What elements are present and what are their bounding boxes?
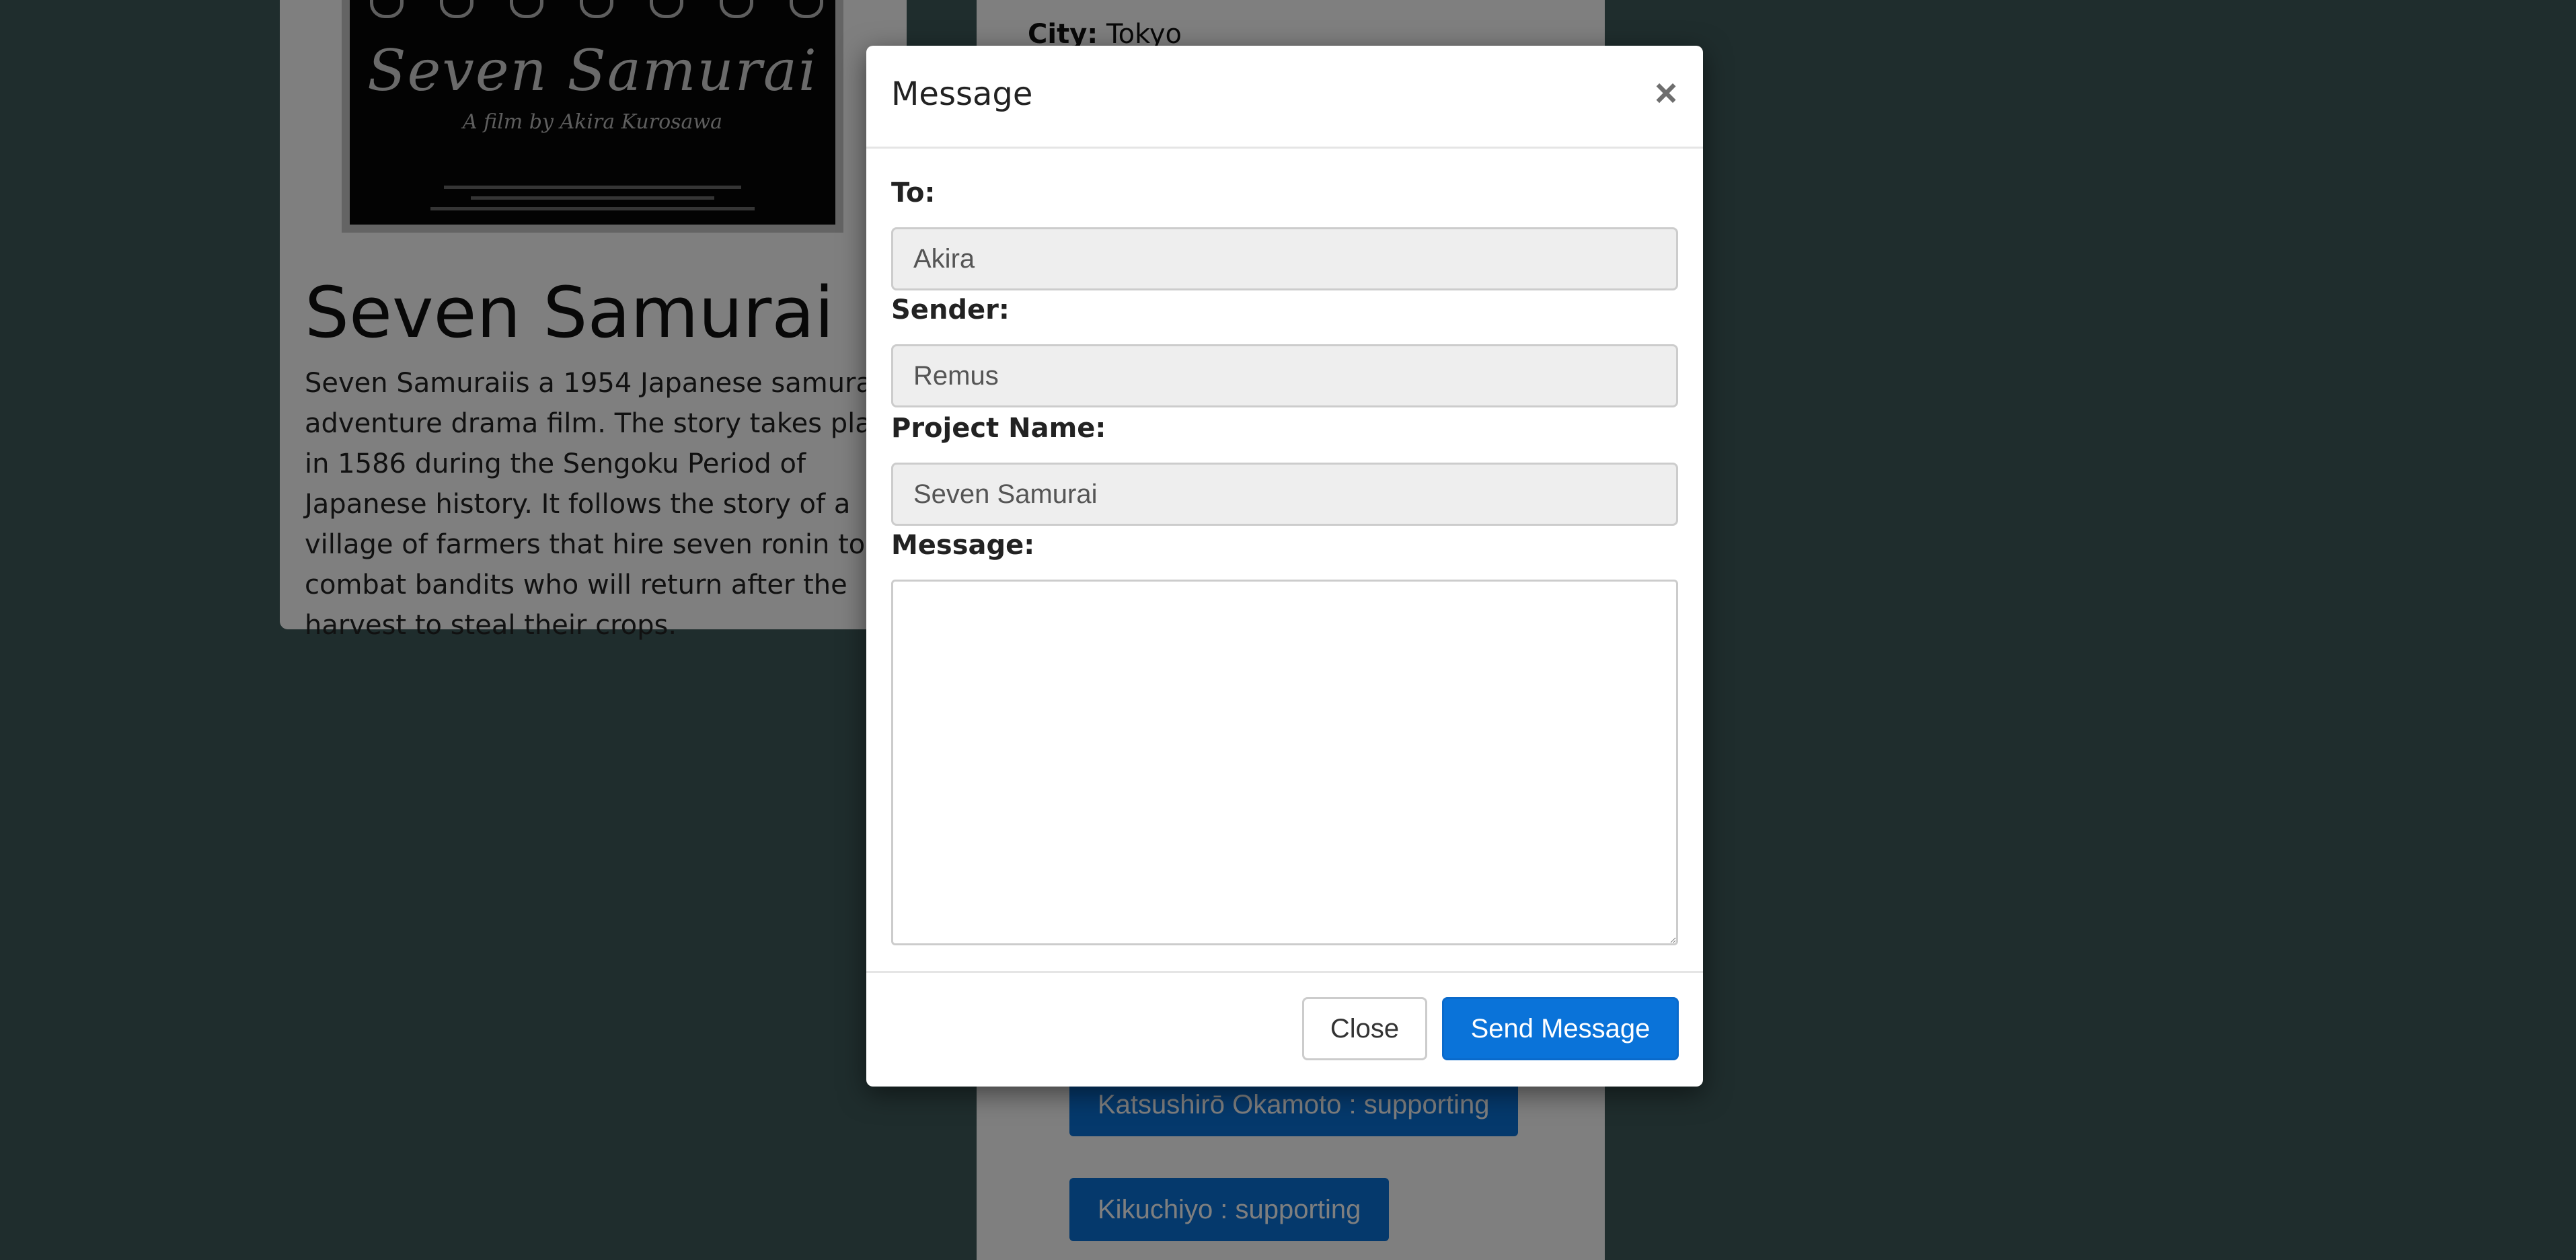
project-name-label: Project Name: [891,413,1106,444]
sender-label: Sender: [891,294,1010,325]
modal-title: Message [891,75,1033,113]
to-field[interactable] [891,227,1678,290]
modal-footer: Close Send Message [866,971,1703,1087]
to-label: To: [891,178,936,208]
modal-header: Message × [866,46,1703,149]
close-icon[interactable]: × [1655,70,1677,117]
message-modal: Message × To: Sender: Project Name: Mess… [866,46,1703,1087]
close-button[interactable]: Close [1302,997,1427,1060]
message-label: Message: [891,530,1035,561]
message-textarea[interactable] [891,580,1678,945]
send-message-button[interactable]: Send Message [1442,997,1679,1060]
project-name-field[interactable] [891,463,1678,526]
sender-field[interactable] [891,344,1678,407]
